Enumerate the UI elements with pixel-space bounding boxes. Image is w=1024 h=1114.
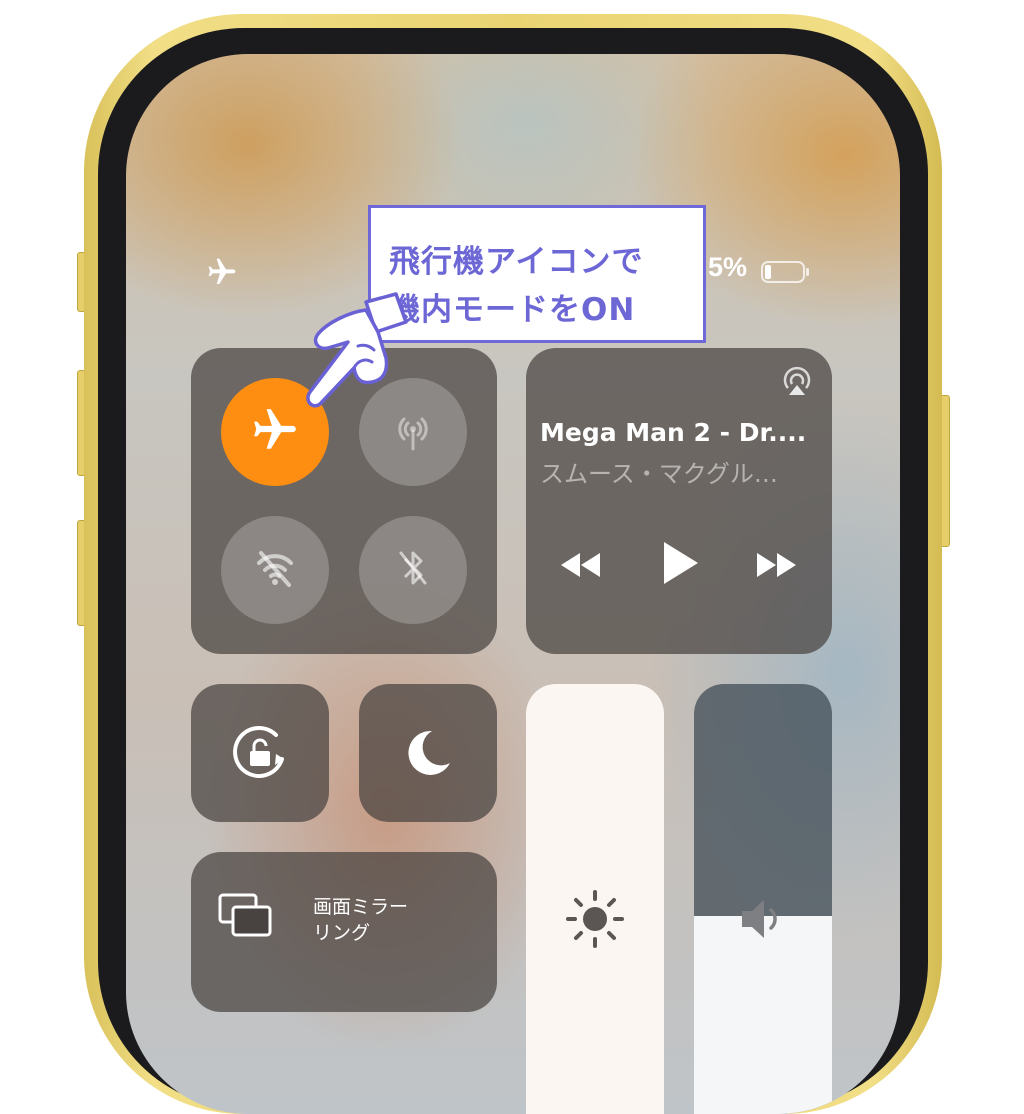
now-playing-title: Mega Man 2 - Dr.... [540,418,807,447]
sun-icon [564,888,626,954]
rotation-lock-icon [226,719,294,791]
screen-mirroring-icon [217,892,273,946]
play-icon[interactable] [662,540,700,590]
bluetooth-off-icon [388,543,438,597]
instruction-callout: 飛行機アイコンで 機内モードをON [368,205,706,343]
bluetooth-toggle[interactable] [359,516,467,624]
rotation-lock-toggle[interactable] [191,684,329,822]
airplay-icon[interactable] [780,364,814,402]
wifi-toggle[interactable] [221,516,329,624]
screen-mirroring-label: 画面ミラー リング [313,896,409,944]
now-playing-module[interactable]: Mega Man 2 - Dr.... スムース・マクグル… [526,348,832,654]
callout-line-2: 機内モードをON [389,292,636,328]
screen-mirroring-button[interactable]: 画面ミラー リング [191,852,497,1012]
do-not-disturb-toggle[interactable] [359,684,497,822]
wifi-off-icon [250,543,300,597]
now-playing-artist: スムース・マクグル… [540,460,778,488]
speaker-icon [738,896,790,946]
brightness-slider[interactable] [526,684,664,1114]
volume-slider[interactable] [694,684,832,1114]
rewind-icon[interactable] [560,552,602,582]
battery-percent: 5% [708,252,748,282]
callout-line-1: 飛行機アイコンで [389,244,644,280]
pointing-hand-icon [288,288,414,418]
moon-icon [402,727,454,783]
battery-icon [761,261,811,283]
fast-forward-icon[interactable] [756,552,798,582]
status-airplane-icon [206,256,238,288]
